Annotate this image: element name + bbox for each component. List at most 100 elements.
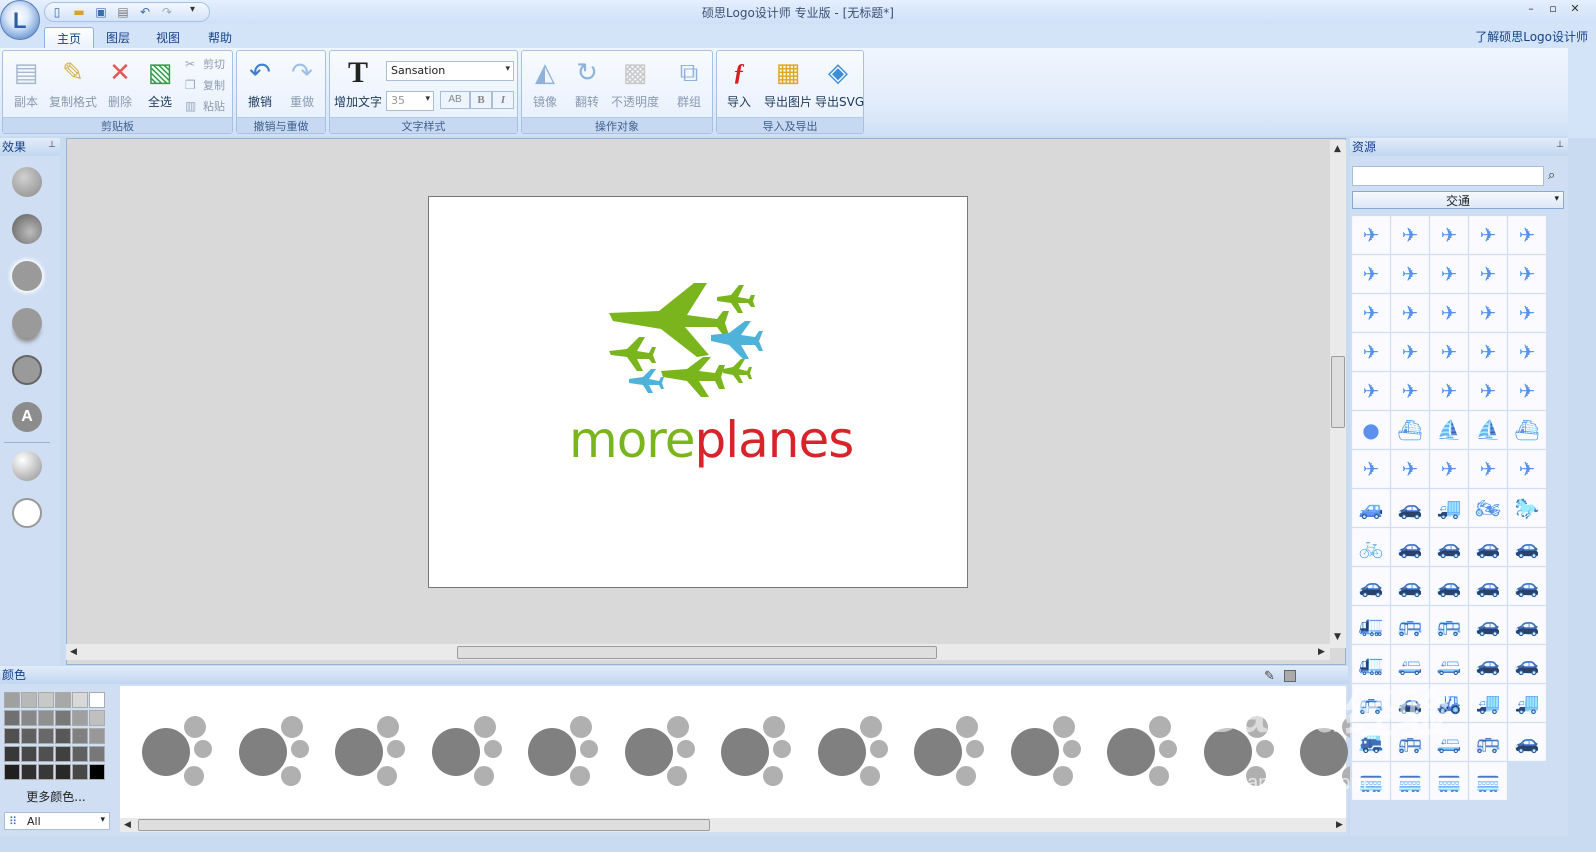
- color-strip-scroll-thumb[interactable]: [138, 819, 710, 831]
- gradient-filter-select[interactable]: ⠿ All ▾: [4, 812, 110, 830]
- resource-item[interactable]: 🚌: [1469, 723, 1507, 761]
- resource-item[interactable]: ✈: [1469, 255, 1507, 293]
- color-scheme-item[interactable]: [914, 714, 992, 786]
- resource-item[interactable]: ✈: [1352, 216, 1390, 254]
- redo-button[interactable]: ↷ 重做: [279, 55, 325, 117]
- resource-item[interactable]: 🚚: [1508, 684, 1546, 722]
- resource-item[interactable]: ✈: [1469, 294, 1507, 332]
- color-swatch[interactable]: [72, 764, 88, 780]
- format-painter-button[interactable]: ✎ 复制格式: [47, 55, 99, 117]
- vertical-scroll-thumb[interactable]: [1331, 356, 1345, 428]
- color-swatch[interactable]: [89, 728, 105, 744]
- resource-item[interactable]: 🚙: [1352, 489, 1390, 527]
- search-icon[interactable]: ⌕: [1548, 168, 1555, 183]
- resource-item[interactable]: ✈: [1391, 216, 1429, 254]
- color-swatch[interactable]: [38, 710, 54, 726]
- mirror-button[interactable]: ◭ 镜像: [522, 55, 568, 117]
- color-swatch[interactable]: [4, 692, 20, 708]
- resource-item[interactable]: ✈: [1352, 294, 1390, 332]
- resource-item[interactable]: ✈: [1430, 294, 1468, 332]
- resource-item[interactable]: ✈: [1430, 255, 1468, 293]
- resource-item[interactable]: ✈: [1469, 216, 1507, 254]
- resource-item[interactable]: ⛴: [1508, 411, 1546, 449]
- color-scheme-item[interactable]: [721, 714, 799, 786]
- color-scheme-item[interactable]: [142, 714, 220, 786]
- export-image-button[interactable]: ▦ 导出图片: [763, 55, 813, 117]
- effect-glow[interactable]: [12, 261, 42, 291]
- tab-help[interactable]: 帮助: [196, 27, 244, 48]
- resource-item[interactable]: 🚗: [1469, 645, 1507, 683]
- scroll-right-icon[interactable]: ▶: [1318, 647, 1325, 657]
- color-scheme-item[interactable]: [817, 714, 896, 786]
- scroll-right-icon[interactable]: ▶: [1336, 820, 1343, 830]
- resource-item[interactable]: 🚗: [1430, 528, 1468, 566]
- cut-button[interactable]: ✂ 剪切: [185, 55, 225, 73]
- select-all-button[interactable]: ▧ 全选: [137, 55, 183, 117]
- resource-item[interactable]: ✈: [1391, 450, 1429, 488]
- color-swatch[interactable]: [55, 764, 71, 780]
- resource-item[interactable]: ✈: [1508, 333, 1546, 371]
- copy-page-button[interactable]: ▤ 副本: [3, 55, 49, 117]
- color-swatch[interactable]: [55, 746, 71, 762]
- add-text-button[interactable]: T 增加文字: [332, 55, 384, 117]
- color-scheme-item[interactable]: [335, 714, 413, 786]
- scroll-down-icon[interactable]: ▼: [1334, 632, 1341, 642]
- resource-item[interactable]: 🚲: [1352, 528, 1390, 566]
- resource-item[interactable]: 🚌: [1430, 606, 1468, 644]
- color-swatch[interactable]: [72, 728, 88, 744]
- resource-item[interactable]: 🚚: [1430, 489, 1468, 527]
- resource-item[interactable]: ✈: [1352, 450, 1390, 488]
- color-swatch[interactable]: [21, 746, 37, 762]
- export-svg-button[interactable]: ◈ 导出SVG: [815, 55, 864, 117]
- resource-item[interactable]: ✈: [1469, 372, 1507, 410]
- resource-item[interactable]: ✈: [1508, 294, 1546, 332]
- about-link[interactable]: 了解硕思Logo设计师: [1475, 28, 1588, 45]
- effect-none[interactable]: [12, 498, 42, 528]
- pin-icon[interactable]: ⊥: [1556, 140, 1564, 150]
- color-swatch[interactable]: [72, 710, 88, 726]
- effect-bevel[interactable]: [12, 167, 42, 197]
- opacity-button[interactable]: ▩ 不透明度: [608, 55, 662, 117]
- resource-item[interactable]: 🚃: [1469, 762, 1507, 800]
- resource-category-select[interactable]: 交通 ▾: [1352, 191, 1564, 209]
- effect-inner-shadow[interactable]: [12, 214, 42, 244]
- resource-item[interactable]: ✈: [1391, 333, 1429, 371]
- color-swatch[interactable]: [21, 728, 37, 744]
- resource-item[interactable]: 🚗: [1508, 606, 1546, 644]
- color-scheme-item[interactable]: [1010, 714, 1089, 786]
- pin-icon[interactable]: ⊥: [48, 140, 56, 150]
- flip-button[interactable]: ↻ 翻转: [564, 55, 610, 117]
- color-swatch[interactable]: [38, 692, 54, 708]
- effect-gradient[interactable]: [12, 451, 42, 481]
- color-swatch[interactable]: [4, 710, 20, 726]
- effect-reflection[interactable]: [12, 308, 42, 338]
- color-scheme-item[interactable]: [431, 714, 510, 786]
- color-swatch[interactable]: [4, 728, 20, 744]
- resource-item[interactable]: 🚃: [1391, 762, 1429, 800]
- resource-item[interactable]: ✈: [1469, 450, 1507, 488]
- paste-button[interactable]: ▥ 粘贴: [185, 97, 225, 115]
- color-swatch[interactable]: [89, 692, 105, 708]
- resource-item[interactable]: 🚗: [1508, 645, 1546, 683]
- italic-button[interactable]: I: [492, 91, 514, 109]
- color-swatch[interactable]: [55, 728, 71, 744]
- restore-button[interactable]: ▫: [1542, 2, 1564, 20]
- color-swatch[interactable]: [38, 764, 54, 780]
- resource-item[interactable]: 🚗: [1508, 567, 1546, 605]
- tab-view[interactable]: 视图: [144, 27, 192, 48]
- resource-item[interactable]: ✈: [1391, 294, 1429, 332]
- resource-item[interactable]: 🚃: [1430, 762, 1468, 800]
- resource-item[interactable]: ●: [1352, 411, 1390, 449]
- more-colors-button[interactable]: 更多颜色...: [0, 788, 112, 805]
- resource-item[interactable]: 🚗: [1508, 528, 1546, 566]
- resource-item[interactable]: ✈: [1430, 372, 1468, 410]
- resource-item[interactable]: 🏍: [1469, 489, 1507, 527]
- import-button[interactable]: ƒ 导入: [719, 55, 759, 117]
- color-swatch[interactable]: [38, 746, 54, 762]
- resource-item[interactable]: 🚗: [1469, 567, 1507, 605]
- color-swatch[interactable]: [4, 764, 20, 780]
- tab-home[interactable]: 主页: [44, 27, 95, 48]
- resource-item[interactable]: 🚗: [1391, 567, 1429, 605]
- resource-search-input[interactable]: [1352, 166, 1544, 186]
- resource-item[interactable]: 🚗: [1391, 528, 1429, 566]
